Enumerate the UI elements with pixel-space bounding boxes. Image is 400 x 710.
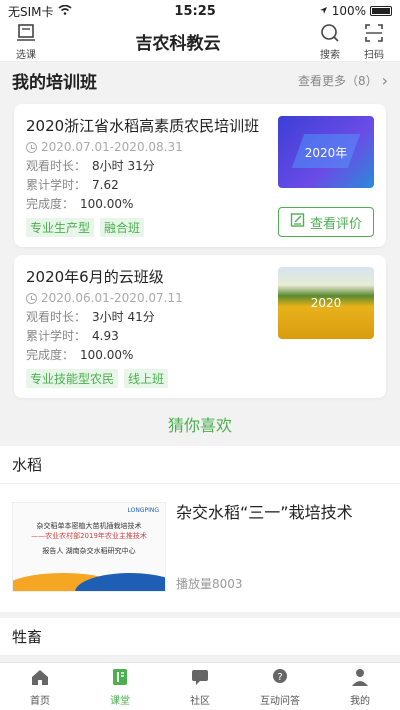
training-card[interactable]: 2020年6月的云班级 2020.06.01-2020.07.11 观看时长： 3… (14, 255, 386, 398)
view-evaluation-label: 查看评价 (309, 216, 362, 232)
completion-label: 完成度： (26, 348, 75, 362)
tag: 专业技能型农民 (26, 369, 119, 388)
study-hours-row: 累计学时： 7.62 (26, 176, 278, 195)
tab-home[interactable]: 首页 (0, 663, 80, 710)
watch-time-row: 观看时长： 3小时 41分 (26, 308, 278, 327)
video-thumbnail: LONGPING 杂交稻单本密植大苗机插栽培技术 ——农业农村部2019年农业主… (12, 502, 166, 592)
page-title: 吉农科教云 (135, 34, 221, 54)
livestock-section: 牲畜 (0, 618, 400, 656)
tab-community-label: 社区 (190, 695, 210, 707)
profile-icon (350, 667, 370, 690)
study-hours-value: 4.93 (92, 329, 119, 343)
training-card[interactable]: 2020浙江省水稻高素质农民培训班 2020.07.01-2020.08.31 … (14, 104, 386, 247)
nav-bar: 选课 吉农科教云 搜索 扫码 (0, 22, 400, 62)
watch-time-value: 8小时 31分 (92, 159, 155, 173)
scan-label: 扫码 (364, 49, 384, 61)
training-section-title: 我的培训班 (12, 72, 97, 93)
clock-icon (26, 292, 37, 304)
date-range: 2020.07.01-2020.08.31 (41, 140, 183, 154)
select-course-label: 选课 (16, 49, 36, 61)
clock-icon (26, 141, 37, 153)
guess-you-like-title: 猜你喜欢 (167, 416, 232, 435)
tab-classroom[interactable]: 课堂 (80, 663, 160, 710)
tab-classroom-label: 课堂 (110, 695, 130, 707)
battery-icon (370, 6, 392, 16)
edit-icon (290, 212, 306, 232)
video-item[interactable]: LONGPING 杂交稻单本密植大苗机插栽培技术 ——农业农村部2019年农业主… (0, 484, 400, 612)
see-more-link[interactable]: 查看更多（8） › (298, 71, 388, 90)
tag-list: 专业生产型 融合班 (26, 218, 278, 237)
thumb-line-3: 报告人 湖南杂交水稻研究中心 (42, 547, 136, 555)
tab-community[interactable]: 社区 (160, 663, 240, 710)
video-title: 杂交水稻“三一”栽培技术 (176, 503, 353, 522)
watch-time-label: 观看时长： (26, 159, 87, 173)
tab-profile[interactable]: 我的 (320, 663, 400, 710)
study-hours-label: 累计学时： (26, 178, 87, 192)
tab-profile-label: 我的 (350, 695, 370, 707)
tag: 专业生产型 (26, 218, 95, 237)
thumbnail-text: 2020 (310, 296, 342, 310)
see-more-label: 查看更多（8） (297, 73, 378, 88)
rice-section: 水稻 LONGPING 杂交稻单本密植大苗机插栽培技术 ——农业农村部2019年… (0, 446, 400, 612)
tag-list: 专业技能型农民 线上班 (26, 369, 278, 388)
select-course-button[interactable]: 选课 (12, 23, 40, 61)
tag: 线上班 (124, 369, 169, 388)
livestock-section-title: 牲畜 (0, 618, 400, 656)
community-icon (190, 667, 210, 690)
card-date: 2020.07.01-2020.08.31 (26, 140, 278, 154)
study-hours-value: 7.62 (92, 178, 119, 192)
completion-row: 完成度： 100.00% (26, 195, 278, 214)
battery-text: 100% (331, 4, 366, 18)
chevron-right-icon: › (381, 70, 388, 90)
tag: 融合班 (100, 218, 145, 237)
status-time: 15:25 (174, 3, 216, 19)
watch-time-row: 观看时长： 8小时 31分 (26, 157, 278, 176)
tab-home-label: 首页 (30, 695, 50, 707)
completion-label: 完成度： (26, 197, 75, 211)
course-list-icon (15, 23, 37, 46)
study-hours-label: 累计学时： (26, 329, 87, 343)
watch-time-value: 3小时 41分 (92, 310, 155, 324)
thumb-line-1: 杂交稻单本密植大苗机插栽培技术 (36, 522, 142, 530)
date-range: 2020.06.01-2020.07.11 (41, 291, 183, 305)
study-hours-row: 累计学时： 4.93 (26, 327, 278, 346)
carrier-text: 无SIM卡 (8, 4, 54, 19)
card-date: 2020.06.01-2020.07.11 (26, 291, 278, 305)
classroom-icon (110, 667, 130, 690)
search-icon (319, 23, 341, 46)
longping-logo: LONGPING (127, 507, 159, 514)
completion-value: 100.00% (80, 348, 134, 362)
completion-value: 100.00% (80, 197, 134, 211)
tab-qa-label: 互动问答 (260, 695, 300, 707)
course-thumbnail: 2020 (278, 267, 374, 339)
home-icon (30, 667, 50, 690)
location-icon (319, 4, 328, 18)
play-count: 播放量8003 (176, 577, 243, 591)
thumbnail-text: 2020年 (304, 145, 348, 160)
completion-row: 完成度： 100.00% (26, 346, 278, 365)
rice-section-title: 水稻 (0, 446, 400, 484)
tab-bar: 首页 课堂 社区 ? 互动问答 我的 (0, 662, 400, 710)
scan-button[interactable]: 扫码 (360, 23, 388, 61)
search-button[interactable]: 搜索 (316, 23, 344, 61)
tab-qa[interactable]: ? 互动问答 (240, 663, 320, 710)
scan-icon (363, 23, 385, 46)
view-evaluation-button[interactable]: 查看评价 (278, 207, 374, 237)
status-bar: 无SIM卡 15:25 100% (0, 0, 400, 22)
thumb-line-2: ——农业农村部2019年农业主推技术 (31, 532, 147, 540)
card-title: 2020浙江省水稻高素质农民培训班 (26, 117, 260, 135)
training-section-header: 我的培训班 查看更多（8） › (0, 62, 400, 98)
wifi-icon (58, 4, 72, 18)
watch-time-label: 观看时长： (26, 310, 87, 324)
qa-icon: ? (270, 667, 290, 690)
course-thumbnail: 2020年 (278, 116, 374, 188)
search-label: 搜索 (320, 49, 340, 61)
card-title: 2020年6月的云班级 (26, 268, 164, 286)
svg-text:?: ? (277, 672, 282, 683)
